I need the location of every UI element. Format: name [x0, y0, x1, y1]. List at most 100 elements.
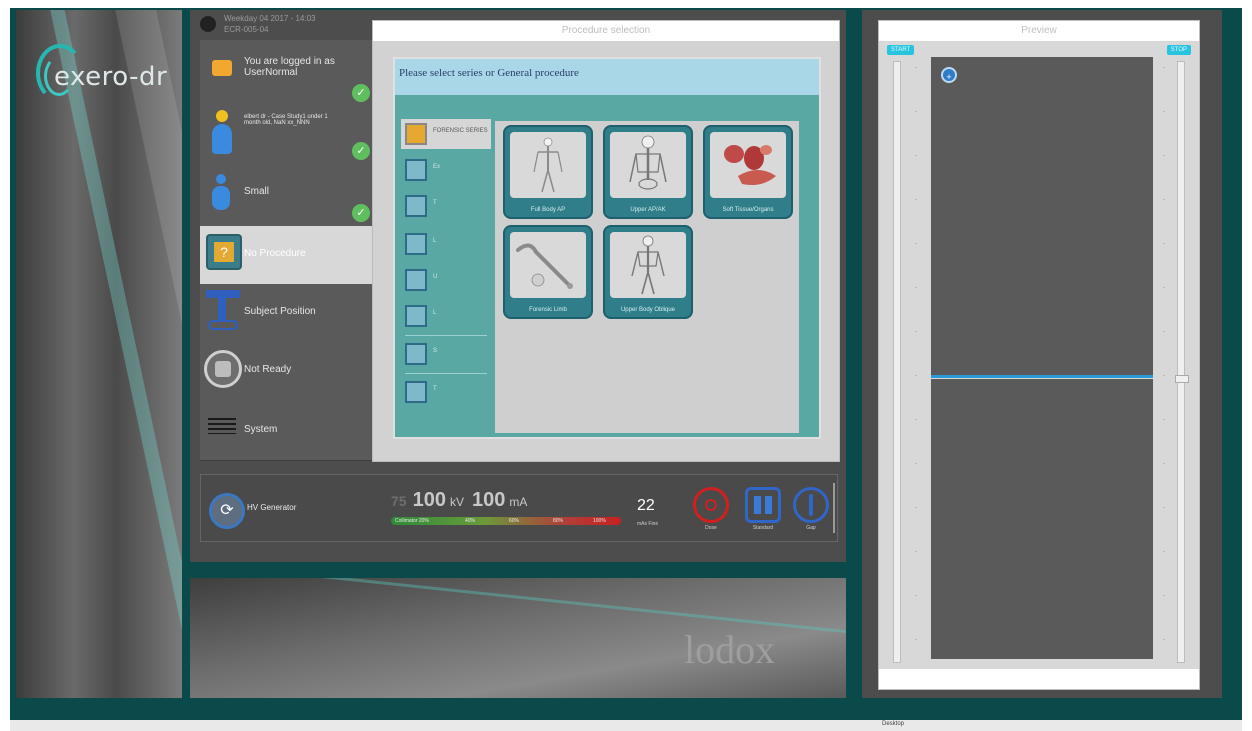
sidebar-item-label: Subject Position: [244, 306, 316, 317]
stop-slider-track[interactable]: [1177, 61, 1185, 663]
category-icon: [405, 159, 427, 181]
category-item[interactable]: T: [401, 377, 491, 407]
category-item[interactable]: Ex: [401, 155, 491, 185]
procedure-tile: ?: [206, 234, 242, 270]
preview-title: Preview: [879, 21, 1199, 41]
upper-skeleton-icon: [610, 132, 686, 198]
check-icon: ✓: [352, 142, 370, 160]
category-label: T: [433, 386, 437, 392]
status-ring-icon: [204, 350, 242, 388]
table-base-icon: [208, 320, 238, 330]
scan-line[interactable]: [931, 375, 1153, 378]
kv-value[interactable]: 100: [413, 489, 446, 511]
category-icon: [405, 123, 427, 145]
taskbar-label[interactable]: Desktop: [882, 721, 904, 727]
session-date: Weekday 04 2017 - 14:03: [224, 14, 316, 23]
logo-text: exero-dr: [54, 62, 168, 92]
card-caption: Upper Body Oblique: [620, 307, 676, 313]
status-square-icon: [215, 361, 231, 377]
sidebar-item-position[interactable]: Subject Position: [200, 284, 372, 343]
preview-image-bottom: [931, 379, 1153, 659]
category-item[interactable]: FORENSIC SERIES: [401, 119, 491, 149]
generator-icon[interactable]: ⟳: [209, 493, 245, 529]
selector-prompt: Please select series or General procedur…: [395, 59, 819, 95]
procedure-card[interactable]: Upper AP/AK: [603, 125, 693, 219]
hv-generator-bar: ⟳ HV Generator 75 100 kV 100 mA Collimator 2…: [200, 474, 838, 542]
kv-unit: kV: [449, 495, 464, 509]
category-icon: [405, 233, 427, 255]
target-icon: [705, 499, 717, 511]
category-item[interactable]: L: [401, 229, 491, 259]
decor-streak: [111, 10, 182, 698]
grid-icon: [754, 496, 772, 514]
start-slider-track[interactable]: [893, 61, 901, 663]
session-id: ECR-005-04: [224, 25, 269, 34]
preview-footer: [879, 669, 1199, 689]
person-small-head-icon: [216, 174, 226, 184]
table-post-icon: [218, 298, 226, 320]
scale-ticks: [1163, 67, 1165, 657]
sidebar-item-patient[interactable]: elbert dr - Case Study1 under 1 month ol…: [200, 102, 372, 165]
gap-icon: [809, 494, 813, 516]
meter-label: 100%: [593, 518, 606, 524]
category-icon: [405, 381, 427, 403]
oblique-skeleton-icon: [610, 232, 686, 298]
person-small-icon: [212, 186, 230, 210]
category-item[interactable]: S: [401, 339, 491, 369]
question-icon: ?: [214, 242, 234, 262]
card-caption: Full Body AP: [530, 207, 566, 213]
sidebar-item-label: System: [244, 424, 278, 435]
sidebar-item-procedure[interactable]: ? No Procedure: [200, 226, 372, 285]
preview-window: Preview START STOP +: [878, 20, 1200, 690]
sidebar-item-size[interactable]: Small ✓: [200, 164, 372, 227]
lodox-logo: lodox: [684, 627, 776, 672]
slider-handle[interactable]: [1175, 375, 1189, 383]
organs-icon: [710, 132, 786, 198]
sidebar-item-login[interactable]: You are logged in as UserNormal ✓: [200, 40, 372, 103]
category-item[interactable]: U: [401, 265, 491, 295]
sidebar-item-label: Not Ready: [244, 364, 292, 375]
dose-label: Dose: [705, 525, 717, 531]
category-item[interactable]: T: [401, 191, 491, 221]
procedure-selector: Please select series or General procedur…: [393, 57, 821, 439]
procedure-card[interactable]: Forensic Limb: [503, 225, 593, 319]
gap-button[interactable]: [793, 487, 829, 523]
brand-panel: exero-dr: [16, 10, 182, 698]
meter-label: 80%: [553, 518, 564, 524]
zoom-icon[interactable]: +: [941, 67, 957, 83]
skeleton-icon: [510, 132, 586, 198]
dialog-title: Procedure selection: [373, 21, 839, 41]
person-icon: [212, 124, 232, 154]
os-taskbar: Desktop: [10, 720, 1242, 731]
card-caption: Forensic Limb: [529, 307, 567, 313]
procedure-card[interactable]: Soft Tissue/Organs: [703, 125, 793, 219]
generator-label: HV Generator: [247, 503, 297, 512]
sidebar-item-system[interactable]: System: [200, 400, 372, 461]
ma-value[interactable]: 100: [472, 489, 505, 511]
lodox-banner: lodox: [190, 578, 846, 698]
check-icon: ✓: [352, 84, 370, 102]
card-caption: Upper AP/AK: [630, 207, 666, 213]
start-tag[interactable]: START: [887, 45, 915, 55]
procedure-card[interactable]: Upper Body Oblique: [603, 225, 693, 319]
gap-label: Gap: [806, 525, 816, 531]
exposure-values: 75 100 kV 100 mA: [391, 489, 535, 512]
ma-unit: mA: [509, 495, 528, 509]
category-item[interactable]: L: [401, 301, 491, 331]
dose-button[interactable]: [693, 487, 729, 523]
category-label: S: [433, 348, 438, 354]
limb-bone-icon: [510, 232, 586, 298]
sidebar-item-status[interactable]: Not Ready: [200, 342, 372, 401]
category-icon: [405, 305, 427, 327]
category-label: T: [433, 200, 437, 206]
category-label: L: [433, 238, 437, 244]
check-icon: ✓: [352, 204, 370, 222]
category-label: FORENSIC SERIES: [433, 128, 488, 134]
meter-label: 60%: [509, 518, 520, 524]
category-label: U: [433, 274, 438, 280]
procedure-card[interactable]: Full Body AP: [503, 125, 593, 219]
exposure-meter: Collimator 20% 40% 60% 80% 100%: [391, 517, 621, 525]
standard-button[interactable]: [745, 487, 781, 523]
mas-value[interactable]: 22: [637, 497, 655, 515]
stop-tag[interactable]: STOP: [1166, 45, 1191, 55]
